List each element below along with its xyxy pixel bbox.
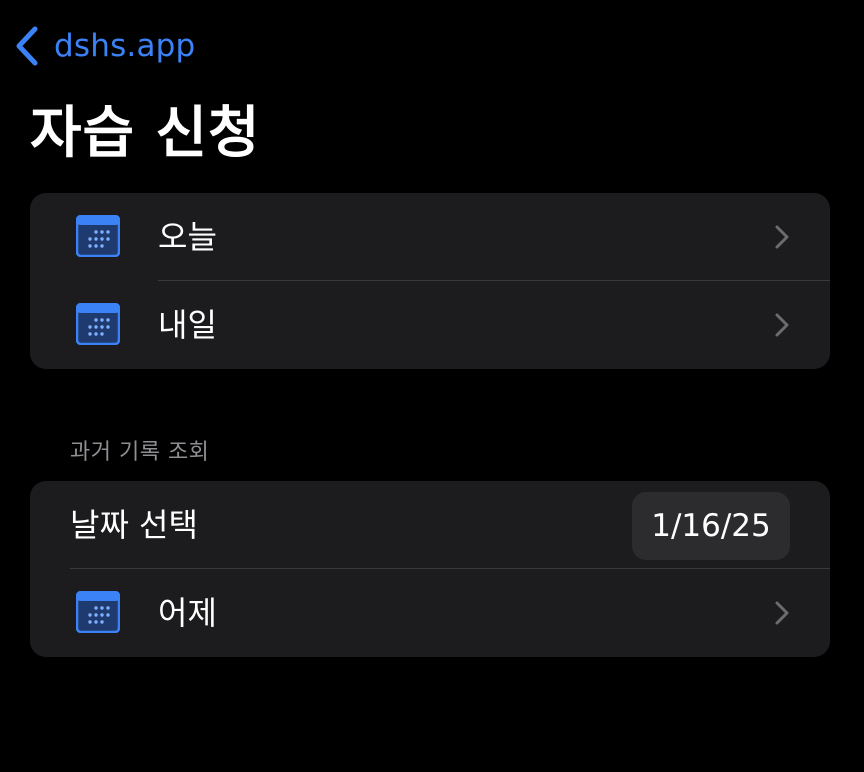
chevron-right-icon <box>775 601 789 625</box>
date-picker-button[interactable]: 1/16/25 <box>632 492 790 560</box>
page-title: 자습 신청 <box>30 101 261 166</box>
section-header: 과거 기록 조회 <box>70 440 210 465</box>
chevron-right-icon <box>775 313 789 337</box>
date-select-row: 날짜 선택 1/16/25 <box>30 481 830 569</box>
calendar-icon <box>76 591 120 633</box>
history-card: 날짜 선택 1/16/25 어제 <box>30 481 830 657</box>
list-item-label: 어제 <box>158 594 217 632</box>
back-button-label: dshs.app <box>54 28 196 64</box>
chevron-right-icon <box>775 225 789 249</box>
calendar-icon <box>76 215 120 257</box>
list-item-yesterday[interactable]: 어제 <box>30 569 830 657</box>
list-item-label: 오늘 <box>158 218 217 256</box>
list-item-label: 내일 <box>158 306 217 344</box>
list-item-tomorrow[interactable]: 내일 <box>30 281 830 369</box>
app-screen: dshs.app 자습 신청 오늘 내일 과거 기록 조회 날짜 선택 1/16… <box>0 0 864 772</box>
list-item-today[interactable]: 오늘 <box>30 193 830 281</box>
date-select-label: 날짜 선택 <box>70 506 198 544</box>
calendar-icon <box>76 303 120 345</box>
quick-list-card: 오늘 내일 <box>30 193 830 369</box>
back-button[interactable]: dshs.app <box>14 24 195 68</box>
chevron-left-icon <box>16 26 38 66</box>
